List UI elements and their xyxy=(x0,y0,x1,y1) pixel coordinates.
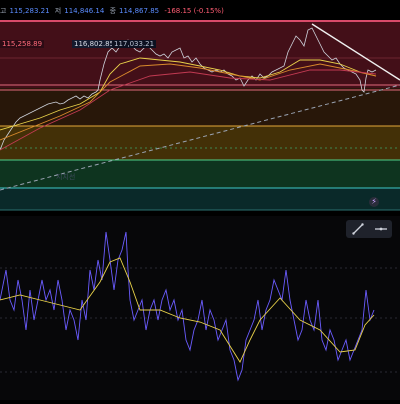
close-label: 종 xyxy=(109,7,117,15)
ohlc-readout: 고 115,283.21 저 114,846.14 종 114,867.85 -168… xyxy=(0,6,227,16)
trend-line-icon[interactable] xyxy=(349,222,367,236)
resistance-zone xyxy=(0,20,400,88)
low-label: 저 xyxy=(54,7,62,15)
chart-stage[interactable]: 고 115,283.21 저 114,846.14 종 114,867.85 -168… xyxy=(0,0,400,400)
low-value: 114,846.14 xyxy=(64,7,105,15)
change-value: -168.15 (-0.15%) xyxy=(164,7,224,15)
high-label: 고 xyxy=(0,7,7,15)
price-level-label-a: 115,258.89 xyxy=(0,40,45,48)
price-level-label-c: 117,033.21 xyxy=(112,40,157,48)
price-chart-svg[interactable] xyxy=(0,0,400,400)
upper-band-border xyxy=(0,20,400,22)
price-level-label-b: 116,802.85 xyxy=(72,40,117,48)
drawing-toolbar xyxy=(346,220,392,238)
mid-zone xyxy=(0,88,400,126)
horizontal-line-icon[interactable] xyxy=(372,222,390,236)
close-value: 114,867.85 xyxy=(119,7,160,15)
support-watermark: 지지선 xyxy=(56,173,76,181)
orange-zone xyxy=(0,126,400,160)
high-value: 115,283.21 xyxy=(9,7,50,15)
lightning-icon[interactable]: ⚡ xyxy=(369,197,379,207)
teal-zone xyxy=(0,188,400,210)
